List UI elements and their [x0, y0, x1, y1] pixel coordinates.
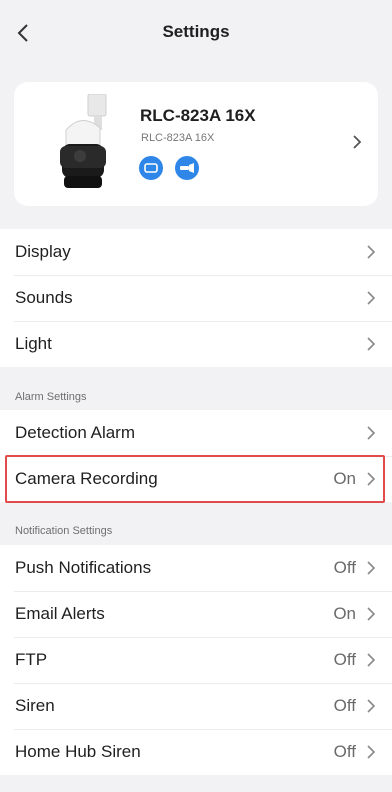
notification-settings-header: Notification Settings — [15, 525, 113, 537]
row-value: Off — [333, 650, 356, 669]
chevron-right-icon — [353, 135, 362, 149]
row-label: Email Alerts — [15, 604, 105, 623]
general-settings-list: Display Sounds Light — [0, 229, 392, 367]
alarm-settings-header: Alarm Settings — [15, 391, 87, 403]
row-label: FTP — [15, 650, 48, 669]
spotlight-badge-icon — [175, 156, 199, 180]
chevron-right-icon — [367, 337, 376, 351]
chevron-right-icon — [367, 245, 376, 259]
siren-row[interactable]: Siren Off — [0, 683, 392, 729]
row-label: Siren — [15, 696, 55, 715]
row-label: Sounds — [15, 288, 73, 307]
device-name: RLC-823A 16X — [140, 106, 256, 125]
chevron-right-icon — [367, 291, 376, 305]
row-label: Camera Recording — [15, 469, 158, 488]
sounds-row[interactable]: Sounds — [0, 275, 392, 321]
row-label: Detection Alarm — [15, 423, 135, 442]
chevron-right-icon — [367, 561, 376, 575]
display-row[interactable]: Display — [0, 229, 392, 275]
camera-recording-row[interactable]: Camera Recording On — [0, 456, 392, 502]
row-label: Push Notifications — [15, 558, 152, 577]
chevron-right-icon — [367, 607, 376, 621]
home-hub-siren-row[interactable]: Home Hub Siren Off — [0, 729, 392, 775]
device-badges — [139, 156, 199, 180]
row-label: Light — [15, 334, 52, 353]
row-label: Home Hub Siren — [15, 742, 141, 761]
camera-badge-icon — [139, 156, 163, 180]
chevron-right-icon — [367, 653, 376, 667]
page-title: Settings — [162, 22, 230, 41]
row-value: On — [333, 469, 356, 488]
top-bar: Settings — [0, 0, 392, 66]
email-alerts-row[interactable]: Email Alerts On — [0, 591, 392, 637]
alarm-settings-list: Detection Alarm Camera Recording On — [0, 410, 392, 502]
ftp-row[interactable]: FTP Off — [0, 637, 392, 683]
light-row[interactable]: Light — [0, 321, 392, 367]
chevron-right-icon — [367, 426, 376, 440]
chevron-right-icon — [367, 699, 376, 713]
device-card[interactable]: RLC-823A 16X RLC-823A 16X — [14, 82, 378, 206]
row-value: Off — [333, 696, 356, 715]
ptz-camera-image — [60, 94, 107, 188]
detection-alarm-row[interactable]: Detection Alarm — [0, 410, 392, 456]
row-value: Off — [333, 558, 356, 577]
device-model: RLC-823A 16X — [141, 132, 215, 144]
row-value: Off — [333, 742, 356, 761]
notification-settings-list: Push Notifications Off Email Alerts On F… — [0, 545, 392, 775]
row-value: On — [333, 604, 356, 623]
row-label: Display — [15, 242, 71, 261]
chevron-right-icon — [367, 472, 376, 486]
chevron-right-icon — [367, 745, 376, 759]
push-notifications-row[interactable]: Push Notifications Off — [0, 545, 392, 591]
